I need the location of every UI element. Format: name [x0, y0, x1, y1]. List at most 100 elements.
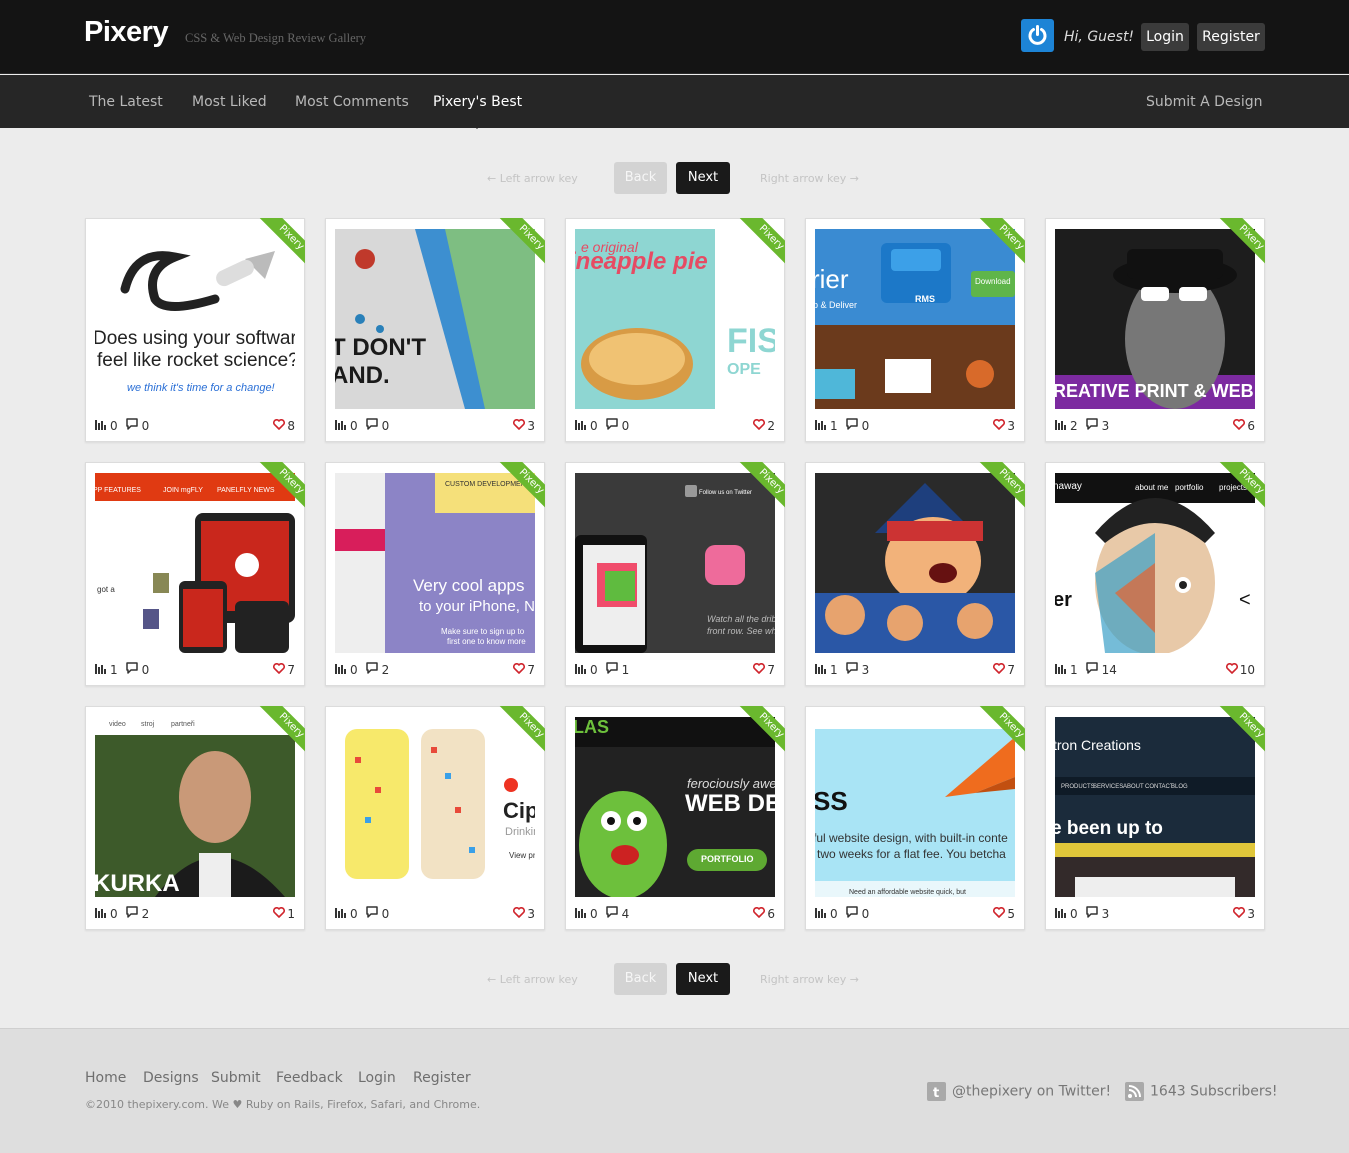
rss-link[interactable]: 1643 Subscribers! [1125, 1082, 1278, 1101]
site-tagline: CSS & Web Design Review Gallery [185, 31, 367, 45]
design-card[interactable]: video stroj partneři KURKA Pixery 0 2 1 [85, 706, 305, 930]
comments-count: 0 [381, 906, 390, 921]
thumbnail-text: JOIN mgFLY [163, 487, 203, 494]
thumbnail-text: Download [975, 277, 1011, 286]
comment-icon[interactable] [125, 906, 138, 921]
like-button[interactable]: 10 [1225, 662, 1255, 677]
ribbon-label: Pixery [1218, 462, 1265, 510]
comment-icon[interactable] [845, 418, 858, 433]
comment-icon[interactable] [1085, 906, 1098, 921]
comment-icon[interactable] [845, 906, 858, 921]
register-button[interactable]: Register [1197, 23, 1265, 51]
like-button[interactable]: 7 [753, 662, 775, 677]
views-count: 1 [830, 662, 838, 677]
design-card[interactable]: CipDrinkinView prPixery003 [325, 706, 545, 930]
like-button[interactable]: 5 [993, 906, 1015, 921]
design-card[interactable]: Follow us on Twitter Watch all the drib fr… [565, 462, 785, 686]
back-button[interactable]: Back [614, 162, 667, 194]
comment-icon[interactable] [1085, 662, 1098, 677]
like-button[interactable]: 3 [513, 906, 535, 921]
views-count: 0 [590, 662, 598, 677]
nav-most-liked[interactable]: Most Liked [192, 94, 267, 110]
views-count: 0 [1070, 906, 1078, 921]
comment-icon[interactable] [365, 906, 378, 921]
comments-count: 0 [861, 418, 870, 433]
like-button[interactable]: 3 [1233, 906, 1255, 921]
heart-icon [993, 906, 1006, 921]
like-button[interactable]: 2 [753, 418, 775, 433]
likes-count: 3 [1007, 418, 1015, 433]
comment-icon[interactable] [605, 418, 618, 433]
design-card[interactable]: SS ful website design, with built-in cont… [805, 706, 1025, 930]
design-card[interactable]: Does using your software feel like rocket… [85, 218, 305, 442]
comment-icon[interactable] [365, 418, 378, 433]
nav-most-comments[interactable]: Most Comments [295, 94, 409, 110]
like-button[interactable]: 6 [1233, 418, 1255, 433]
ribbon-label: Pixery [1218, 218, 1265, 266]
nav-submit-design[interactable]: Submit A Design [1146, 94, 1262, 110]
comment-icon[interactable] [605, 662, 618, 677]
power-icon[interactable] [1021, 19, 1054, 52]
likes-count: 2 [767, 418, 775, 433]
thumbnail-text: < [1239, 589, 1251, 611]
views-count: 2 [1070, 418, 1078, 433]
like-button[interactable]: 7 [993, 662, 1015, 677]
footer-link-login[interactable]: Login [358, 1070, 396, 1086]
thumbnail-text: FIS [727, 322, 775, 360]
design-card[interactable]: naway about me portfolio projects er < Pixery 1… [1045, 462, 1265, 686]
twitter-link[interactable]: t @thepixery on Twitter! [927, 1082, 1111, 1101]
ribbon-label: Pixery [258, 462, 305, 510]
like-button[interactable]: 8 [273, 418, 295, 433]
design-card[interactable]: PP FEATURES JOIN mgFLY PANELFLY NEWS got aP… [85, 462, 305, 686]
ribbon-label: Pixery [738, 218, 785, 266]
design-card[interactable]: T DON'T AND. Pixery 0 0 3 [325, 218, 545, 442]
design-card[interactable]: LAS ferociously awesomeWEB DE PORTFOLIO Pix… [565, 706, 785, 930]
back-button-bottom[interactable]: Back [614, 963, 667, 995]
footer-link-submit[interactable]: Submit [211, 1070, 261, 1086]
nav-the-latest[interactable]: The Latest [89, 94, 163, 110]
design-stats: 03 [1055, 906, 1117, 921]
comment-icon[interactable] [125, 418, 138, 433]
comment-icon[interactable] [845, 662, 858, 677]
design-card[interactable]: REATIVE PRINT & WEB DESIGNPixery236 [1045, 218, 1265, 442]
comments-count: 0 [141, 418, 150, 433]
login-button[interactable]: Login [1141, 23, 1189, 51]
design-card[interactable]: rier p & Deliver RMS Download Pixery 1 0 3 [805, 218, 1025, 442]
pixery-ribbon: Pixery [257, 462, 305, 510]
design-card[interactable]: CUSTOM DEVELOPMENT Very cool apps to your … [325, 462, 545, 686]
pixery-ribbon: Pixery [1217, 706, 1265, 754]
ribbon-label: Pixery [1218, 706, 1265, 754]
design-card[interactable]: e original ineapple pie FIS OPE Pixery 0 0 2 [565, 218, 785, 442]
comment-icon[interactable] [125, 662, 138, 677]
views-icon [95, 663, 106, 677]
comments-count: 0 [861, 906, 870, 921]
pixery-ribbon: Pixery [497, 218, 545, 266]
footer-link-home[interactable]: Home [85, 1070, 126, 1086]
right-arrow-hint-bottom: Right arrow key → [760, 973, 860, 986]
thumbnail-text: PORTFOLIO [701, 854, 754, 864]
ribbon-label: Pixery [738, 462, 785, 510]
thumbnail-text: ful website design, with built-in conte [815, 831, 1008, 845]
next-button[interactable]: Next [676, 162, 730, 194]
design-stats: 04 [575, 906, 637, 921]
comments-count: 1 [621, 662, 630, 677]
footer-link-designs[interactable]: Designs [143, 1070, 199, 1086]
like-button[interactable]: 7 [513, 662, 535, 677]
comment-icon[interactable] [605, 906, 618, 921]
comment-icon[interactable] [365, 662, 378, 677]
design-card[interactable]: tron Creations PRODUCTS SERVICES ABOUT CONTA… [1045, 706, 1265, 930]
site-logo[interactable]: Pixery [84, 16, 169, 49]
footer-link-feedback[interactable]: Feedback [276, 1070, 343, 1086]
comment-icon[interactable] [1085, 418, 1098, 433]
like-button[interactable]: 6 [753, 906, 775, 921]
like-button[interactable]: 3 [993, 418, 1015, 433]
nav-pixerys-best[interactable]: Pixery's Best [433, 94, 522, 110]
like-button[interactable]: 1 [273, 906, 295, 921]
like-button[interactable]: 3 [513, 418, 535, 433]
views-count: 0 [350, 906, 358, 921]
next-button-bottom[interactable]: Next [676, 963, 730, 995]
design-card[interactable]: Pixery 1 3 7 [805, 462, 1025, 686]
footer-link-register[interactable]: Register [413, 1070, 471, 1086]
like-button[interactable]: 7 [273, 662, 295, 677]
comments-count: 3 [861, 662, 870, 677]
